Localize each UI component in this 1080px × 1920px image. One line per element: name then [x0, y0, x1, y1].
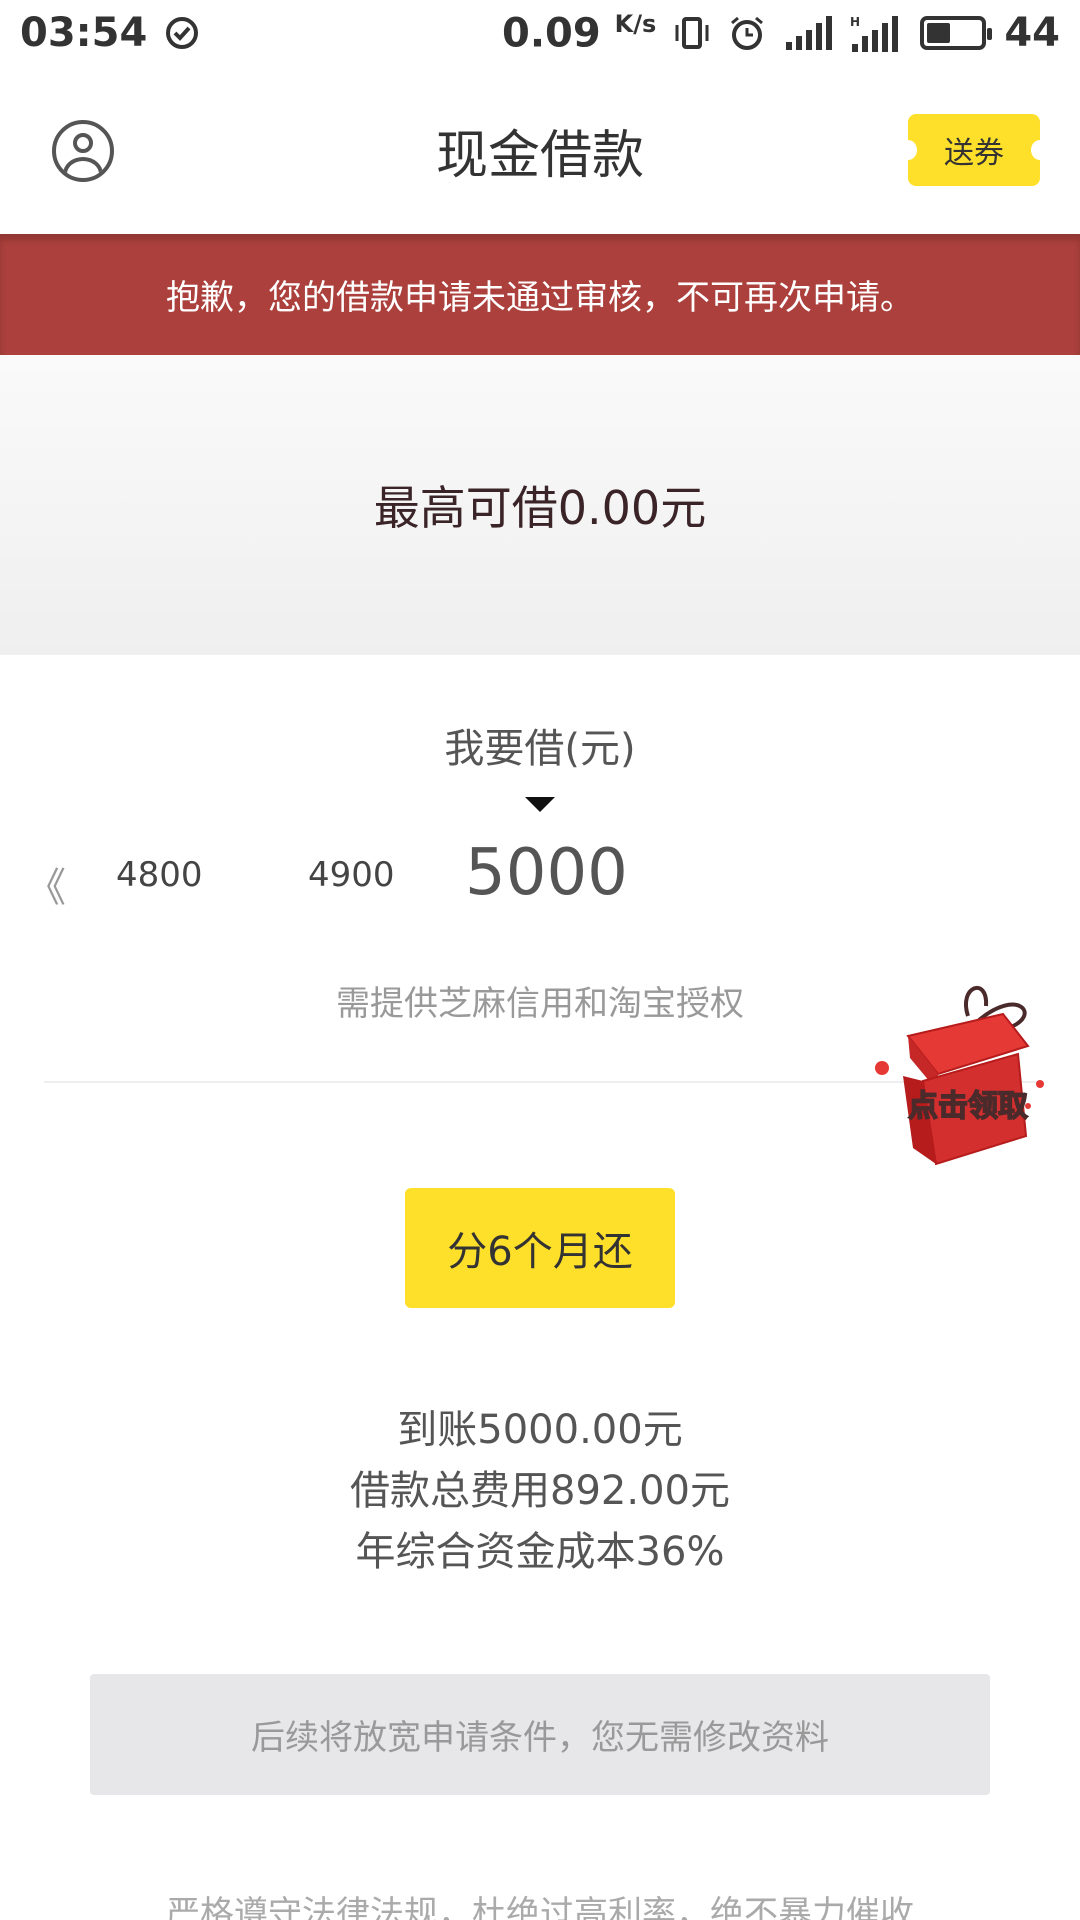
status-left: 03:54 — [20, 10, 199, 56]
net-speed: 0.09 K/s — [502, 10, 656, 56]
battery-level: 44 — [1004, 9, 1060, 56]
installment-button[interactable]: 分6个月还 — [405, 1188, 675, 1308]
user-head-shape — [73, 133, 93, 153]
svg-text:H: H — [850, 15, 860, 29]
gift-box-promo[interactable]: 点击领取 — [868, 976, 1048, 1166]
signal-h-icon: H — [850, 15, 899, 52]
gift-box-label: 点击领取 — [908, 1089, 1028, 1124]
page-title: 现金借款 — [435, 125, 644, 186]
selected-amount[interactable]: 5000 — [465, 836, 628, 910]
net-speed-unit: K/s — [614, 9, 657, 38]
vibrate-icon — [675, 16, 709, 49]
alarm-icon — [731, 16, 764, 50]
coupon-button[interactable]: 送券 — [899, 114, 1049, 186]
footer-disclaimer: 严格遵守法律法规，杜绝过高利率，绝不暴力催收 — [166, 1894, 914, 1920]
amount-option[interactable]: 4800 — [116, 855, 203, 895]
user-body-shape — [63, 157, 103, 178]
battery-icon — [920, 15, 993, 50]
app-header: 现金借款 送券 — [0, 66, 1080, 234]
status-bar: 03:54 0.09 K/s H 44 — [0, 0, 1080, 66]
credit-limit-section: 最高可借0.00元 — [0, 355, 1080, 655]
selection-pointer-icon — [525, 797, 555, 812]
net-speed-value: 0.09 — [502, 10, 601, 57]
credit-limit-text: 最高可借0.00元 — [373, 481, 707, 535]
status-right: 0.09 K/s H 44 — [502, 10, 1060, 56]
status-time: 03:54 — [20, 10, 148, 56]
signal-icon — [786, 15, 833, 50]
loan-summary: 到账5000.00元 借款总费用892.00元 年综合资金成本36% — [0, 1400, 1080, 1583]
battery-fill — [927, 22, 951, 43]
rejection-alert-banner: 抱歉，您的借款申请未通过审核，不可再次申请。 — [0, 234, 1080, 355]
loan-page: 03:54 0.09 K/s H 44 现金借款 送券 抱歉，您的借款申请未通过… — [0, 0, 1080, 1920]
scroll-left-icon[interactable]: 《 — [26, 855, 66, 913]
received-amount: 到账5000.00元 — [397, 1407, 683, 1453]
gift-box-icon: 点击领取 — [875, 985, 1044, 1166]
user-profile-icon[interactable] — [52, 120, 114, 182]
total-fee: 借款总费用892.00元 — [350, 1468, 730, 1514]
notice-box: 后续将放宽申请条件，您无需修改资料 — [90, 1674, 990, 1795]
check-circle-icon — [166, 17, 199, 49]
annual-rate: 年综合资金成本36% — [355, 1529, 725, 1575]
borrow-amount-label: 我要借(元) — [444, 726, 636, 772]
amount-option[interactable]: 4900 — [308, 855, 395, 895]
